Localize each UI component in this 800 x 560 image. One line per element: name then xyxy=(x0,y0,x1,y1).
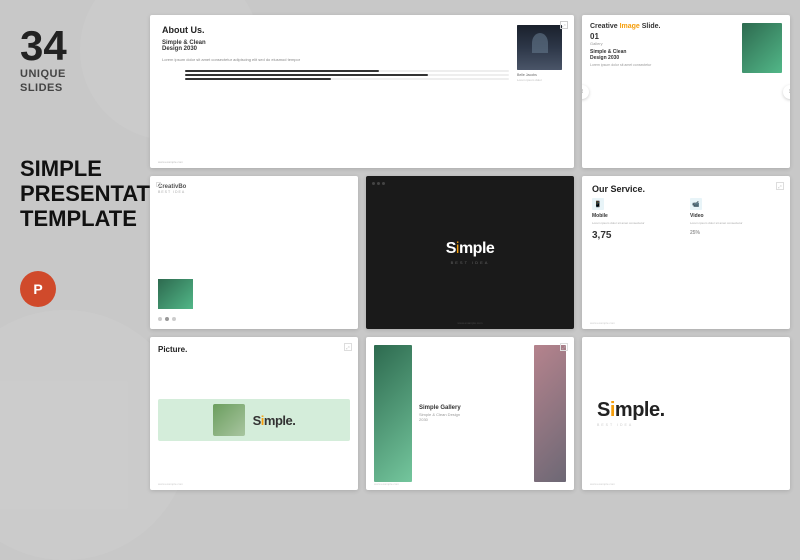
gallery-text: Simple Gallery Simple & Clean Design 203… xyxy=(417,345,529,482)
picture-bg: Simple. xyxy=(158,399,350,441)
person-info: Belle Jacobs xyxy=(517,73,562,77)
slide-number: 01 xyxy=(590,32,736,41)
service-corner-icon: ⤢ xyxy=(776,182,784,190)
slide-about-sub: Simple & Clean Design 2030 xyxy=(162,40,509,52)
slide-creativbo: CreativBo BEST IDEA xyxy=(150,176,358,329)
picture-corner-icon: ⤢ xyxy=(344,343,352,351)
slide-creative-sub: Simple & Clean Design 2030 xyxy=(590,49,736,61)
video-icon: 📹 xyxy=(690,198,702,210)
simple-dark-title: Simple xyxy=(446,240,495,258)
picture-title: Picture. xyxy=(158,345,350,354)
slide-creative-content: Creative Image Slide. 01 Gallery Simple … xyxy=(590,23,736,160)
slides-grid: About Us. Simple & Clean Design 2030 Lor… xyxy=(150,15,790,490)
dark-dot-3 xyxy=(382,182,385,185)
creative-label: Creative Image Slide. xyxy=(590,23,736,30)
simple-final-sub: BEST IDEA xyxy=(597,423,633,427)
dot-1 xyxy=(158,317,162,321)
creativbo-content xyxy=(158,279,350,309)
service-col-1: 📱 Mobile Lorem ipsum dolor sit amet cons… xyxy=(592,198,682,321)
powerpoint-badge: P xyxy=(20,271,56,307)
cactus-image xyxy=(213,404,245,436)
service-metric-1: 3,75 xyxy=(592,230,682,241)
slide-url: www.example.com xyxy=(158,160,183,164)
best-idea-label: BEST IDEA xyxy=(451,260,490,265)
plant-image xyxy=(742,23,782,73)
slide-picture: Picture. Simple. www.example.com ⤢ xyxy=(150,337,358,490)
picture-content: Simple. xyxy=(158,358,350,482)
slide-count: 34 xyxy=(20,25,67,67)
dark-dot-2 xyxy=(377,182,380,185)
progress-bars xyxy=(162,70,509,82)
dark-url: www.example.com xyxy=(457,321,482,325)
left-panel: 34 UNIQUE SLIDES SIMPLE PRESENTATION TEM… xyxy=(0,0,160,500)
slide-creative-desc: Lorem ipsum dolor sit amet consectetur xyxy=(590,63,736,68)
slide-about-us: About Us. Simple & Clean Design 2030 Lor… xyxy=(150,15,574,168)
person-image xyxy=(517,25,562,70)
slide-label: UNIQUE SLIDES xyxy=(20,67,66,96)
mobile-icon: 📱 xyxy=(592,198,604,210)
dark-card-dots xyxy=(372,182,385,185)
simple-final-title: Simple. xyxy=(597,400,665,420)
dot-2 xyxy=(165,317,169,321)
slide-about-title: About Us. xyxy=(162,25,509,35)
slide-simple-final: Simple. BEST IDEA www.example.com xyxy=(582,337,790,490)
gallery-content: Simple Gallery Simple & Clean Design 203… xyxy=(374,345,566,482)
dot-3 xyxy=(172,317,176,321)
slide-creative-image xyxy=(742,23,782,160)
gallery-title: Simple Gallery xyxy=(419,405,527,411)
gallery-subtitle: Simple & Clean Design 2030 xyxy=(419,412,527,422)
simple-final-url: www.example.com xyxy=(590,482,615,486)
slide-about-image-area: Belle Jacobs Lorem ipsum dolor xyxy=(517,25,562,158)
slide-number-sub: Gallery xyxy=(590,41,736,46)
creativbo-plant-image xyxy=(158,279,193,309)
service-desc-1: Lorem ipsum dolor sit amet consectetur xyxy=(592,221,682,225)
service-desc-2: Lorem ipsum dolor sit amet consectetur xyxy=(690,221,780,225)
gallery-image-1 xyxy=(374,345,412,482)
slide-gallery: Simple Gallery Simple & Clean Design 203… xyxy=(366,337,574,490)
corner-expand-icon: ⤢ xyxy=(560,21,568,29)
service-label-2: Video xyxy=(690,213,780,219)
dot-indicators xyxy=(158,317,350,321)
slide-our-service: Our Service. 📱 Mobile Lorem ipsum dolor … xyxy=(582,176,790,329)
prev-arrow[interactable]: ‹ xyxy=(582,85,589,99)
our-service-title: Our Service. xyxy=(592,184,780,194)
service-metric-2: 25% xyxy=(690,230,780,236)
gallery-corner-icon: ⤢ xyxy=(560,343,568,351)
slide-creative: Creative Image Slide. 01 Gallery Simple … xyxy=(582,15,790,168)
service-columns: 📱 Mobile Lorem ipsum dolor sit amet cons… xyxy=(592,198,780,321)
service-col-2: 📹 Video Lorem ipsum dolor sit amet conse… xyxy=(690,198,780,321)
slide-marker xyxy=(156,182,161,187)
slide-simple-dark: Simple BEST IDEA www.example.com xyxy=(366,176,574,329)
picture-url: www.example.com xyxy=(158,482,183,486)
person-desc: Lorem ipsum dolor xyxy=(517,78,562,82)
service-label-1: Mobile xyxy=(592,213,682,219)
service-url: www.example.com xyxy=(590,321,615,325)
dark-dot-1 xyxy=(372,182,375,185)
creativbo-label: CreativBo BEST IDEA xyxy=(158,184,350,273)
slide-about-content: About Us. Simple & Clean Design 2030 Lor… xyxy=(162,25,509,158)
next-arrow[interactable]: › xyxy=(783,85,790,99)
slide-about-desc: Lorem ipsum dolor sit amet consectetur a… xyxy=(162,57,509,63)
gallery-image-2 xyxy=(534,345,566,482)
gallery-url: www.example.com xyxy=(374,482,399,486)
simple-text: Simple. xyxy=(253,413,296,428)
